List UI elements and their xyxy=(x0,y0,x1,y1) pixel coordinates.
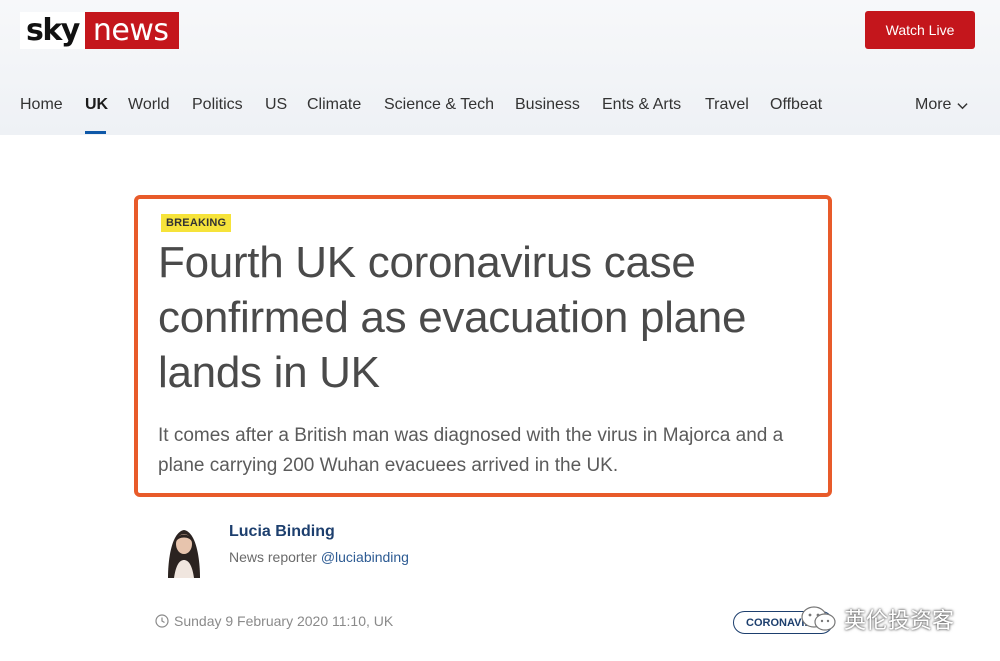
more-menu-button[interactable]: More xyxy=(915,96,969,114)
nav-item-travel[interactable]: Travel xyxy=(705,96,749,114)
author-title: News reporter xyxy=(229,549,317,565)
nav-item-ents-arts[interactable]: Ents & Arts xyxy=(602,96,681,114)
logo-sky: sky xyxy=(20,12,85,49)
nav-item-climate[interactable]: Climate xyxy=(307,96,361,114)
wechat-watermark: 英伦投资客 xyxy=(800,603,954,635)
author-twitter-link[interactable]: @luciabinding xyxy=(321,549,409,565)
article-summary: It comes after a British man was diagnos… xyxy=(158,425,784,476)
nav-item-us[interactable]: US xyxy=(265,96,287,114)
author-avatar[interactable] xyxy=(160,518,208,578)
nav-item-home[interactable]: Home xyxy=(20,96,63,114)
author-byline: Lucia Binding News reporter @luciabindin… xyxy=(160,518,560,580)
nav-item-uk[interactable]: UK xyxy=(85,96,108,114)
article-title: Fourth UK coronavirus case confirmed as … xyxy=(158,238,747,397)
nav-item-science-tech[interactable]: Science & Tech xyxy=(384,96,494,114)
logo-news: news xyxy=(84,12,179,49)
site-header: sky news Watch Live Home UK World Politi… xyxy=(0,0,1000,135)
nav-item-offbeat[interactable]: Offbeat xyxy=(770,96,822,114)
wechat-icon xyxy=(801,606,836,631)
watch-live-button[interactable]: Watch Live xyxy=(865,11,975,49)
watermark-text: 英伦投资客 xyxy=(844,608,955,633)
article-dateline: Sunday 9 February 2020 11:10, UK xyxy=(155,613,393,629)
sky-news-logo[interactable]: sky news xyxy=(20,12,179,49)
article-date: Sunday 9 February 2020 11:10, UK xyxy=(174,613,394,629)
author-name-link[interactable]: Lucia Binding xyxy=(229,523,335,541)
chevron-down-icon xyxy=(957,102,969,109)
breaking-badge: BREAKING xyxy=(161,214,232,232)
nav-item-business[interactable]: Business xyxy=(515,96,580,114)
nav-item-politics[interactable]: Politics xyxy=(192,96,243,114)
author-role: News reporter @luciabinding xyxy=(229,549,409,565)
clock-icon xyxy=(155,614,169,628)
article-header-highlight: BREAKING Fourth UK coronavirus case conf… xyxy=(134,195,832,497)
more-label: More xyxy=(915,96,952,113)
nav-item-world[interactable]: World xyxy=(128,96,170,114)
main-nav: Home UK World Politics US Climate Scienc… xyxy=(0,88,1000,135)
active-tab-indicator xyxy=(85,131,106,134)
